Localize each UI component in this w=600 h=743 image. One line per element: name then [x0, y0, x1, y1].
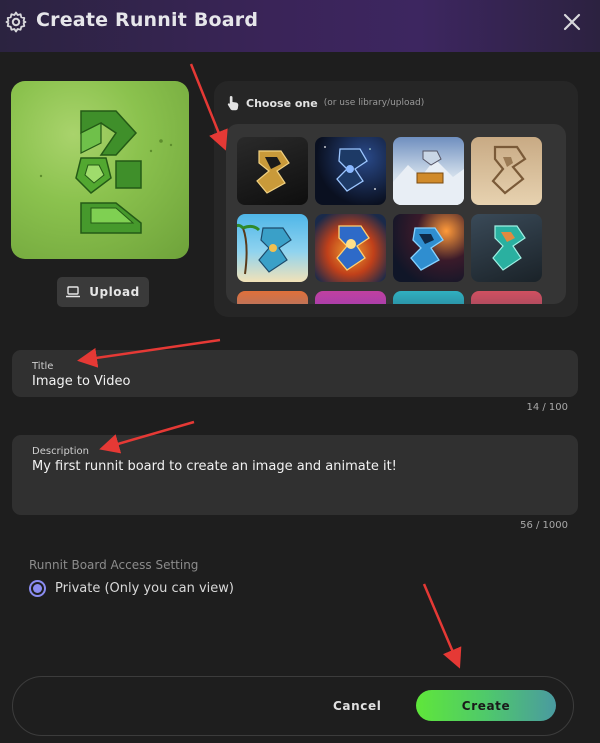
private-access-option[interactable]: Private (Only you can view): [29, 580, 234, 597]
chooser-sublabel: (or use library/upload): [323, 98, 425, 108]
thumb-blue-fire[interactable]: [393, 214, 464, 282]
private-access-label: Private (Only you can view): [55, 581, 234, 596]
title-field-value[interactable]: Image to Video: [32, 374, 130, 389]
upload-label: Upload: [89, 285, 140, 299]
thumb-partial-4[interactable]: [471, 291, 542, 304]
thumb-sand[interactable]: [471, 137, 542, 205]
dialog-title: Create Runnit Board: [36, 9, 259, 31]
laptop-icon: [66, 286, 81, 298]
thumb-partial-1[interactable]: [237, 291, 308, 304]
title-field-label: Title: [32, 361, 54, 372]
close-icon[interactable]: [560, 10, 584, 34]
title-char-counter: 14 / 100: [526, 402, 568, 413]
runnit-logo-preview: [39, 110, 173, 234]
access-setting-label: Runnit Board Access Setting: [29, 558, 199, 572]
chooser-hint: Choose one (or use library/upload): [226, 95, 424, 111]
thumb-space[interactable]: [315, 137, 386, 205]
title-field[interactable]: Title Image to Video: [12, 350, 578, 397]
thumb-teal-glass[interactable]: [471, 214, 542, 282]
chooser-label: Choose one: [246, 96, 318, 110]
pointing-hand-icon: [227, 96, 239, 111]
thumb-partial-3[interactable]: [393, 291, 464, 304]
create-button[interactable]: Create: [416, 690, 556, 721]
description-field-value[interactable]: My first runnit board to create an image…: [32, 459, 397, 474]
board-preview-image: [11, 81, 189, 259]
description-field[interactable]: Description My first runnit board to cre…: [12, 435, 578, 515]
radio-selected-icon[interactable]: [29, 580, 46, 597]
annotation-arrow-create: [422, 583, 462, 669]
thumb-gold-dark[interactable]: [237, 137, 308, 205]
description-field-label: Description: [32, 446, 89, 457]
description-char-counter: 56 / 1000: [520, 520, 568, 531]
image-chooser-panel: Choose one (or use library/upload): [214, 81, 578, 317]
cancel-button[interactable]: Cancel: [333, 699, 381, 713]
thumb-tropical-beach[interactable]: [237, 214, 308, 282]
dialog-header: Create Runnit Board: [0, 0, 600, 52]
thumbnail-grid: [226, 124, 566, 304]
thumb-fire-splash[interactable]: [315, 214, 386, 282]
thumb-snow-mountain[interactable]: [393, 137, 464, 205]
create-button-label: Create: [461, 698, 511, 713]
gear-icon: [5, 11, 27, 33]
thumb-partial-2[interactable]: [315, 291, 386, 304]
dialog-footer: Cancel Create: [12, 676, 574, 736]
upload-button[interactable]: Upload: [57, 277, 149, 307]
